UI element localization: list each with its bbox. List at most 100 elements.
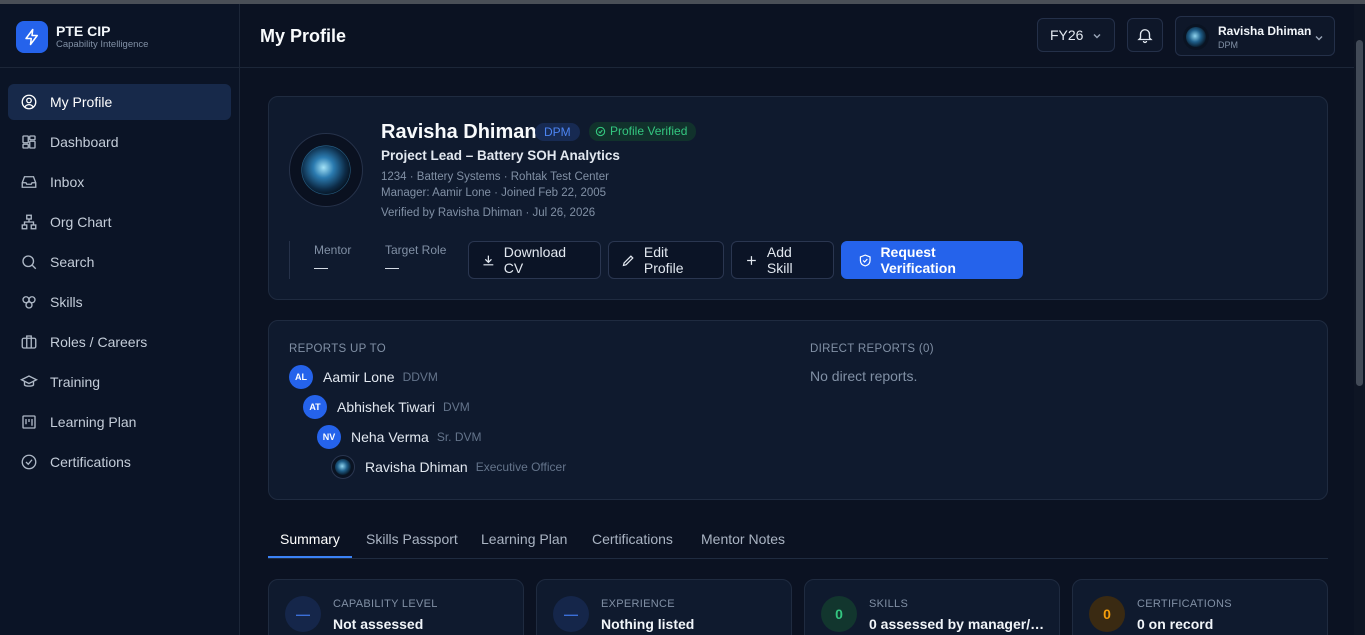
sidebar-item-label: Certifications bbox=[50, 454, 131, 470]
chain-role: DVM bbox=[443, 400, 470, 414]
add-skill-button[interactable]: Add Skill bbox=[731, 241, 834, 279]
sidebar: PTE CIP Capability Intelligence My Profi… bbox=[0, 4, 240, 635]
chain-name: Abhishek Tiwari bbox=[337, 399, 436, 415]
chevron-down-icon bbox=[1315, 36, 1323, 41]
bell-icon bbox=[1137, 29, 1153, 44]
sidebar-item-search[interactable]: Search bbox=[8, 244, 231, 280]
capability-level-value: Not assessed bbox=[333, 616, 424, 632]
sidebar-item-dashboard[interactable]: Dashboard bbox=[8, 124, 231, 160]
chain-row[interactable]: Ravisha Dhiman Executive Officer bbox=[331, 455, 566, 479]
experience-card: — EXPERIENCE Nothing listed bbox=[536, 579, 792, 635]
notifications-button[interactable] bbox=[1127, 18, 1163, 52]
chain-row[interactable]: AL Aamir Lone DDVM bbox=[289, 365, 438, 389]
no-direct-reports-text: No direct reports. bbox=[810, 368, 918, 384]
plus-icon bbox=[747, 255, 756, 265]
top-header: My Profile FY26 Ravisha Dhiman DPM bbox=[240, 4, 1354, 68]
fiscal-year-value: FY26 bbox=[1050, 27, 1084, 43]
user-role: DPM bbox=[1218, 40, 1238, 50]
tab-skills-passport[interactable]: Skills Passport bbox=[354, 522, 470, 558]
sidebar-item-inbox[interactable]: Inbox bbox=[8, 164, 231, 200]
skills-icon bbox=[22, 296, 36, 309]
sidebar-item-org-chart[interactable]: Org Chart bbox=[8, 204, 231, 240]
user-menu[interactable]: Ravisha Dhiman DPM bbox=[1175, 16, 1335, 56]
grade-badge: DPM bbox=[535, 123, 580, 141]
user-circle-icon bbox=[21, 94, 37, 110]
user-name: Ravisha Dhiman bbox=[1218, 24, 1312, 38]
add-skill-label: Add Skill bbox=[766, 244, 793, 276]
capability-level-label: CAPABILITY LEVEL bbox=[333, 598, 438, 610]
chain-name: Aamir Lone bbox=[323, 369, 395, 385]
sidebar-item-label: Training bbox=[50, 374, 101, 390]
sidebar-item-label: Roles / Careers bbox=[50, 334, 148, 350]
skills-label: SKILLS bbox=[869, 598, 909, 610]
avatar bbox=[1183, 24, 1209, 50]
tab-summary[interactable]: Summary bbox=[268, 522, 352, 558]
sidebar-item-skills[interactable]: Skills bbox=[8, 284, 231, 320]
chain-row[interactable]: AT Abhishek Tiwari DVM bbox=[303, 395, 470, 419]
request-verification-button[interactable]: Request Verification bbox=[841, 241, 1023, 279]
capability-level-card: — CAPABILITY LEVEL Not assessed bbox=[268, 579, 524, 635]
profile-avatar bbox=[289, 133, 363, 207]
app-name: PTE CIP bbox=[56, 23, 111, 39]
sidebar-item-certifications[interactable]: Certifications bbox=[8, 444, 231, 480]
avatar: AL bbox=[289, 365, 313, 389]
sidebar-item-roles-careers[interactable]: Roles / Careers bbox=[8, 324, 231, 360]
sidebar-item-label: Dashboard bbox=[50, 134, 119, 150]
download-cv-label: Download CV bbox=[503, 244, 567, 276]
chain-role: Sr. DVM bbox=[436, 430, 482, 444]
sidebar-item-label: My Profile bbox=[50, 94, 113, 110]
avatar bbox=[331, 455, 355, 479]
sidebar-item-training[interactable]: Training bbox=[8, 364, 231, 400]
sidebar-item-label: Skills bbox=[50, 294, 83, 310]
certifications-card: 0 CERTIFICATIONS 0 on record bbox=[1072, 579, 1328, 635]
search-icon bbox=[22, 255, 37, 270]
chain-row[interactable]: NV Neha Verma Sr. DVM bbox=[317, 425, 482, 449]
profile-meta-org: 1234 · Battery Systems · Rohtak Test Cen… bbox=[381, 171, 609, 183]
sidebar-item-my-profile[interactable]: My Profile bbox=[8, 84, 231, 120]
skills-card: 0 SKILLS 0 assessed by manager/… bbox=[804, 579, 1060, 635]
kanban-icon bbox=[22, 415, 36, 429]
certifications-count-icon: 0 bbox=[1089, 596, 1125, 632]
sidebar-item-learning-plan[interactable]: Learning Plan bbox=[8, 404, 231, 440]
tab-certifications[interactable]: Certifications bbox=[580, 522, 685, 558]
reporting-line-card: REPORTS UP TO AL Aamir Lone DDVM AT Abhi… bbox=[268, 320, 1328, 500]
avatar: NV bbox=[317, 425, 341, 449]
chain-role: Executive Officer bbox=[475, 460, 567, 474]
profile-job-title: Project Lead – Battery SOH Analytics bbox=[381, 148, 620, 163]
tab-mentor-notes[interactable]: Mentor Notes bbox=[689, 522, 797, 558]
lightning-icon bbox=[16, 21, 48, 53]
scrollbar-thumb[interactable] bbox=[1356, 40, 1363, 386]
download-icon bbox=[483, 255, 494, 265]
mentor-value: — bbox=[314, 259, 328, 275]
graduation-cap-icon bbox=[20, 375, 38, 387]
edit-profile-button[interactable]: Edit Profile bbox=[608, 241, 724, 279]
profile-name: Ravisha Dhiman bbox=[381, 121, 537, 143]
sidebar-item-label: Inbox bbox=[50, 174, 85, 190]
check-circle-icon bbox=[595, 126, 606, 137]
fiscal-year-select[interactable]: FY26 bbox=[1037, 18, 1115, 52]
tab-learning-plan[interactable]: Learning Plan bbox=[469, 522, 579, 558]
sidebar-item-label: Search bbox=[50, 254, 95, 270]
briefcase-icon bbox=[21, 335, 37, 349]
chain-name: Neha Verma bbox=[351, 429, 429, 445]
certifications-label: CERTIFICATIONS bbox=[1137, 598, 1232, 610]
app-subtitle: Capability Intelligence bbox=[56, 39, 149, 50]
sidebar-nav: My Profile Dashboard Inbox Org Chart Sea… bbox=[8, 84, 231, 484]
direct-reports-label: DIRECT REPORTS (0) bbox=[810, 343, 934, 355]
sidebar-divider bbox=[0, 67, 239, 68]
chain-name: Ravisha Dhiman bbox=[365, 459, 468, 475]
avatar: AT bbox=[303, 395, 327, 419]
profile-meta-verified: Verified by Ravisha Dhiman · Jul 26, 202… bbox=[381, 207, 596, 219]
download-cv-button[interactable]: Download CV bbox=[468, 241, 601, 279]
brand[interactable]: PTE CIP Capability Intelligence bbox=[16, 21, 148, 53]
sidebar-item-label: Org Chart bbox=[50, 214, 112, 230]
page-title: My Profile bbox=[260, 26, 347, 46]
stat-divider bbox=[289, 241, 290, 279]
inbox-icon bbox=[21, 176, 37, 188]
mentor-label: Mentor bbox=[314, 243, 352, 257]
experience-value: Nothing listed bbox=[601, 616, 695, 632]
capability-level-icon: — bbox=[285, 596, 321, 632]
shield-check-icon bbox=[859, 253, 871, 267]
skills-value: 0 assessed by manager/… bbox=[869, 616, 1045, 632]
check-circle-icon bbox=[21, 454, 37, 470]
